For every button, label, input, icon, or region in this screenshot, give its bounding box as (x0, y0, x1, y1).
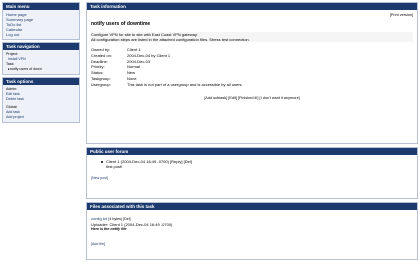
admin-delete-task[interactable]: Delete task (6, 97, 76, 102)
left-sidebar: Main menu Home page Summary page ToDo list… (2, 2, 80, 125)
files-header: Files associated with this task (87, 203, 417, 210)
main-menu-header: Main menu (3, 3, 79, 10)
task-description: Configure VPN for site to site with East… (91, 32, 413, 42)
description-line-2: All configuration steps are listed in th… (91, 37, 250, 42)
task-current-label: notify users of down (9, 67, 42, 71)
task-information: Task information [Print version] notify … (86, 2, 418, 144)
forum-post: Client 1 (2004-Dec-04 16:49 -0700) [Repl… (87, 155, 417, 169)
global-items: Add task Add project (6, 110, 76, 120)
task-options: Task options Admin: Edit task Delete task… (2, 77, 80, 123)
public-user-forum: Public user forum Client 1 (2004-Dec-04 … (86, 147, 418, 199)
menu-item-log-out[interactable]: Log out (6, 32, 76, 37)
task-options-header: Task options (3, 78, 79, 85)
add-file-link[interactable]: [Add file] (91, 242, 413, 247)
task-information-header: Task information (87, 3, 417, 10)
task-field-key: Usergroup: (91, 81, 111, 87)
task-field-row: Usergroup: This task is not part of a use… (91, 82, 413, 88)
task-fields: Owned by: Client 1 Created on: 2004-Dec-04 … (91, 47, 413, 88)
task-field-value: This task is not part of a usergroup and… (127, 81, 243, 87)
task-files: Files associated with this task config.t… (86, 202, 418, 260)
file-link[interactable]: config.txt (91, 216, 107, 221)
main-menu-items: Home page Summary page ToDo list Calendar Lo… (3, 10, 79, 39)
forum-header: Public user forum (87, 148, 417, 155)
file-description: Here is the notify file (91, 227, 127, 231)
file-meta: (4 bytes) [Del] (108, 217, 131, 221)
bullet-icon (101, 160, 103, 163)
task-navigation: Task navigation Project: Install VPN Tas… (2, 42, 80, 75)
print-version-link[interactable]: [Print version] (91, 13, 413, 17)
task-current: ▸notify users of down (6, 67, 76, 72)
task-actions[interactable]: [Add subtask] [Edit] [Finished it!] [I d… (91, 96, 413, 100)
main-menu: Main menu Home page Summary page ToDo list… (2, 2, 80, 40)
admin-items: Edit task Delete task (6, 92, 76, 102)
global-add-project[interactable]: Add project (6, 115, 76, 120)
new-post-link[interactable]: [New post] (87, 169, 417, 180)
task-navigation-header: Task navigation (3, 43, 79, 50)
main-content: Task information [Print version] notify … (86, 2, 418, 260)
task-title: notify users of downtime (91, 21, 151, 27)
